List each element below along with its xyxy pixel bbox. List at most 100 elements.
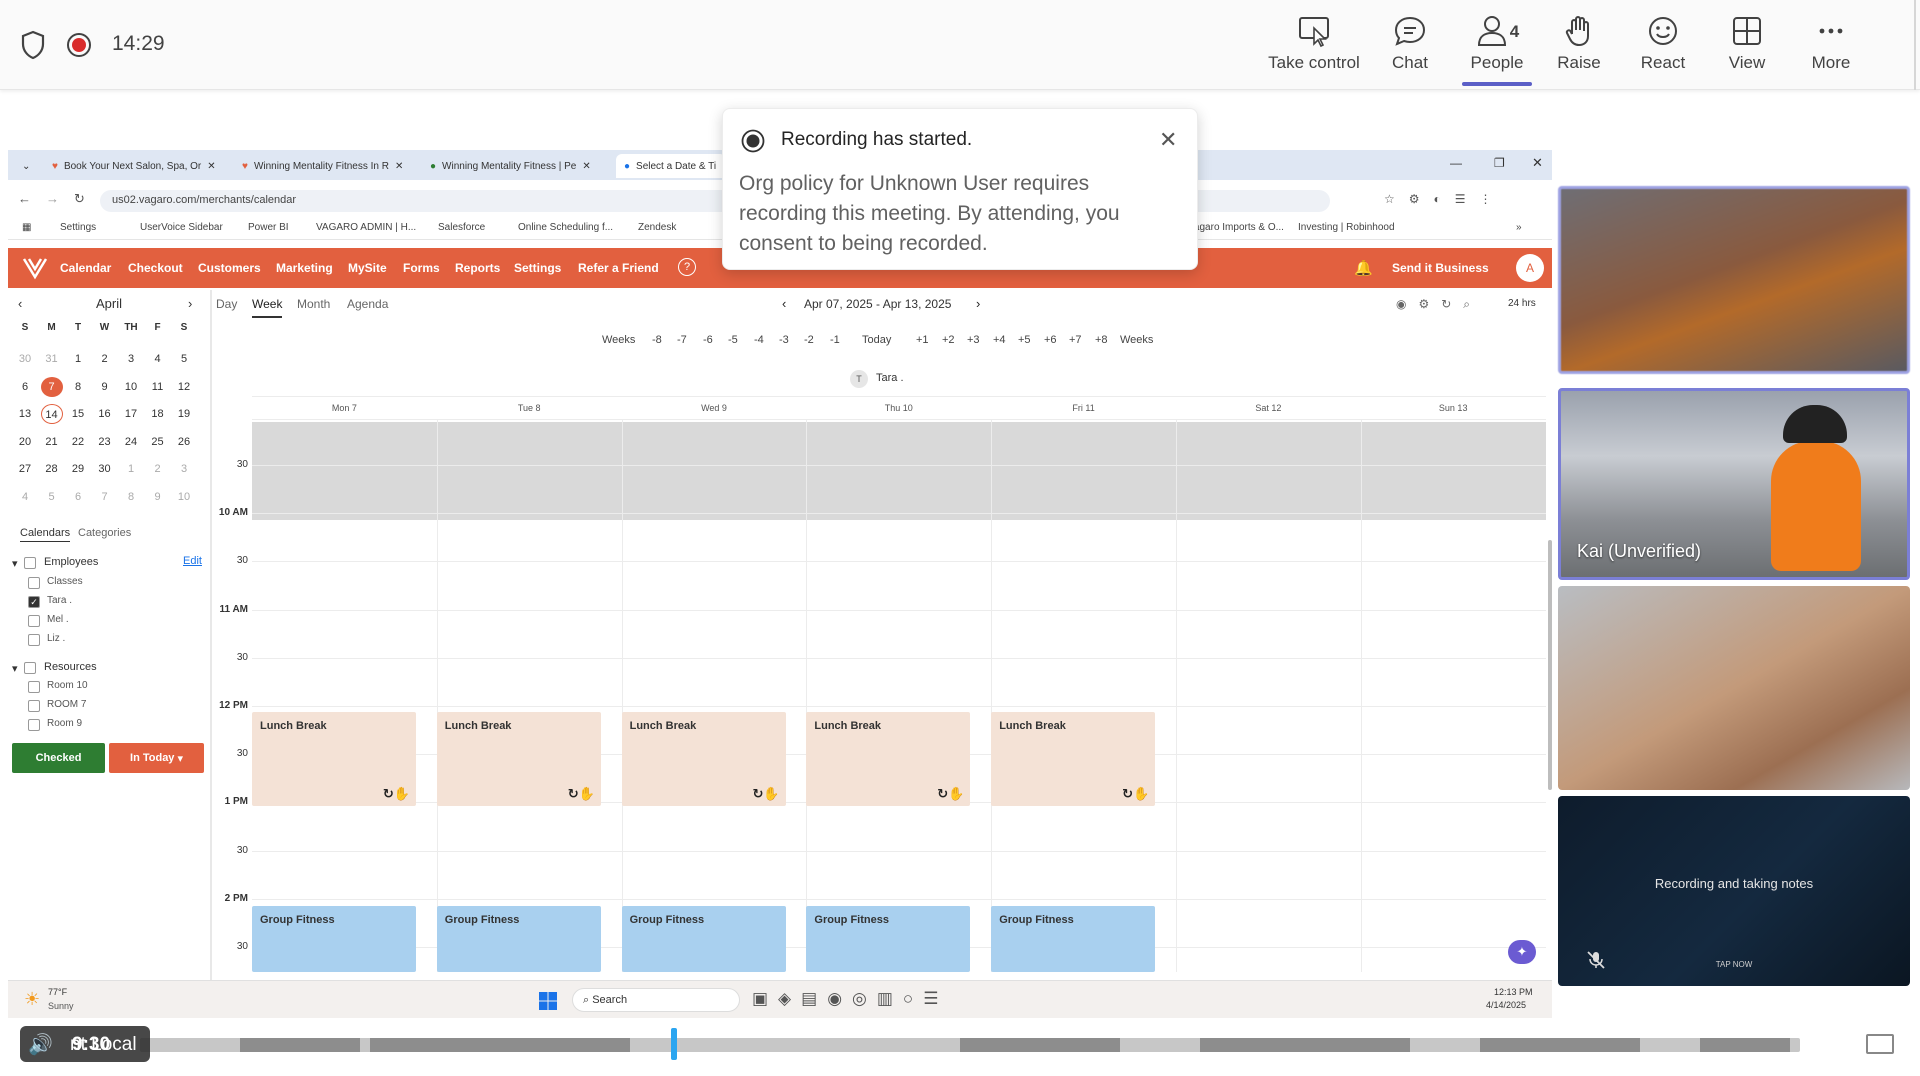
mini-day[interactable]: 6 (67, 487, 89, 507)
employee-chip[interactable]: Tara . (876, 372, 904, 384)
calendar-tool-icons[interactable]: ◉⚙↻⌕ (1396, 297, 1482, 312)
mini-day[interactable]: 9 (147, 487, 169, 507)
mini-day[interactable]: 18 (147, 404, 169, 424)
raise-hand-button[interactable]: Raise (1544, 14, 1614, 80)
mini-day[interactable]: 7 (94, 487, 116, 507)
hours-toggle[interactable]: 24 hrs (1508, 298, 1536, 309)
view-tab-week[interactable]: Week (252, 297, 282, 311)
mini-day[interactable]: 23 (94, 432, 116, 452)
browser-tab-active[interactable]: ● Select a Date & Ti (616, 154, 726, 178)
group-fitness-event[interactable]: Group Fitness (991, 906, 1156, 972)
people-button[interactable]: 4 People (1457, 14, 1537, 80)
mini-day[interactable]: 1 (120, 459, 142, 479)
fullscreen-icon[interactable] (1866, 1034, 1894, 1054)
view-tab-month[interactable]: Month (297, 297, 330, 311)
week-jump-item[interactable]: +7 (1069, 334, 1082, 346)
player-scrubber[interactable] (671, 1028, 678, 1060)
mini-day[interactable]: 14 (40, 404, 63, 424)
mini-day[interactable]: 15 (67, 404, 89, 424)
employee-checkbox[interactable] (28, 615, 40, 627)
close-icon[interactable]: ✕ (395, 161, 403, 172)
week-jump-item[interactable]: -5 (728, 334, 738, 346)
notetaker-tile[interactable]: Recording and taking notes TAP NOW (1558, 796, 1910, 986)
mini-day[interactable]: 1 (67, 349, 89, 369)
mini-day[interactable]: 8 (67, 377, 89, 397)
windows-start-icon[interactable] (538, 991, 558, 1011)
mini-day[interactable]: 17 (120, 404, 142, 424)
mini-next-icon[interactable]: › (188, 296, 192, 311)
bookmark-item[interactable]: Vagaro Imports & O... (1188, 222, 1284, 233)
week-jump-item[interactable]: Today (862, 334, 891, 346)
mini-day[interactable]: 6 (14, 377, 36, 397)
nav-customers[interactable]: Customers (198, 261, 261, 275)
resource-checkbox[interactable] (28, 681, 40, 693)
bookmark-item[interactable]: VAGARO ADMIN | H... (316, 222, 416, 233)
close-icon[interactable]: ✕ (207, 161, 215, 172)
bookmark-item[interactable]: Settings (60, 222, 96, 233)
mini-day[interactable]: 25 (147, 432, 169, 452)
week-jump-item[interactable]: Weeks (602, 334, 635, 346)
employee-checkbox[interactable] (28, 634, 40, 646)
resource-checkbox[interactable] (28, 700, 40, 712)
side-tab-categories[interactable]: Categories (78, 527, 131, 539)
mini-day[interactable]: 26 (173, 432, 195, 452)
checked-button[interactable]: Checked (12, 743, 105, 773)
browser-extension-icons[interactable]: ☆⚙◐☰⋮ (1384, 192, 1506, 206)
bookmark-item[interactable]: Investing | Robinhood (1298, 222, 1395, 233)
group-fitness-event[interactable]: Group Fitness (806, 906, 971, 972)
mini-day[interactable]: 27 (14, 459, 36, 479)
employee-checkbox[interactable] (28, 577, 40, 589)
maximize-icon[interactable]: ❐ (1494, 156, 1505, 170)
mini-day[interactable]: 30 (94, 459, 116, 479)
week-jump-item[interactable]: -1 (830, 334, 840, 346)
participant-tile-kai[interactable]: Kai (Unverified) (1558, 388, 1910, 580)
chat-button[interactable]: Chat (1375, 14, 1445, 80)
taskbar-search[interactable]: ⌕ Search (572, 988, 740, 1012)
forward-icon[interactable]: → (46, 191, 59, 206)
mini-day[interactable]: 10 (120, 377, 142, 397)
tab-list-button[interactable]: ⌄ (14, 154, 38, 178)
mini-day[interactable]: 20 (14, 432, 36, 452)
react-button[interactable]: React (1628, 14, 1698, 80)
mini-day[interactable]: 11 (147, 377, 169, 397)
lunch-break-event[interactable]: Lunch Break ↻✋ (252, 712, 416, 806)
week-jump-item[interactable]: +5 (1018, 334, 1031, 346)
browser-tab[interactable]: ♥ Book Your Next Salon, Spa, Or ✕ (44, 154, 230, 178)
week-jump-item[interactable]: +1 (916, 334, 929, 346)
mini-day[interactable]: 24 (120, 432, 142, 452)
apps-icon[interactable]: ▦ (22, 222, 31, 233)
mini-day[interactable]: 4 (147, 349, 169, 369)
nav-marketing[interactable]: Marketing (276, 261, 333, 275)
participant-tile-blurred[interactable] (1558, 186, 1910, 374)
mini-day[interactable]: 22 (67, 432, 89, 452)
nav-refer-friend[interactable]: Refer a Friend (578, 261, 659, 275)
notification-bell-icon[interactable]: 🔔 (1354, 259, 1373, 277)
lunch-break-event[interactable]: Lunch Break ↻✋ (621, 712, 786, 806)
week-jump-item[interactable]: +3 (967, 334, 980, 346)
expand-caret-icon[interactable]: ▾ (12, 557, 18, 570)
employees-checkbox[interactable] (24, 557, 36, 569)
week-jump-item[interactable]: +8 (1095, 334, 1108, 346)
mini-day[interactable]: 7 (40, 376, 63, 397)
mini-day[interactable]: 16 (94, 404, 116, 424)
mini-day[interactable]: 10 (173, 487, 195, 507)
bookmarks-overflow-icon[interactable]: » (1516, 222, 1522, 233)
taskbar-app-icons[interactable]: ▣◈▤◉◎▥○☰ (752, 989, 948, 1009)
bookmark-item[interactable]: Power BI (248, 222, 289, 233)
more-button[interactable]: More (1796, 14, 1866, 80)
send-business-link[interactable]: Send it Business (1392, 261, 1489, 275)
week-jump-item[interactable]: -4 (754, 334, 764, 346)
group-fitness-event[interactable]: Group Fitness (436, 906, 601, 972)
volume-icon[interactable]: 🔊 (28, 1032, 53, 1057)
in-today-button[interactable]: In Today ▾ (109, 743, 204, 773)
player-progress-track[interactable] (140, 1038, 1800, 1052)
user-avatar[interactable]: A (1516, 254, 1544, 282)
mini-day[interactable]: 4 (14, 487, 36, 507)
mini-day[interactable]: 5 (173, 349, 195, 369)
mini-day[interactable]: 3 (173, 459, 195, 479)
close-icon[interactable]: ✕ (1159, 127, 1177, 153)
nav-calendar[interactable]: Calendar (60, 261, 111, 275)
week-jump-item[interactable]: -7 (677, 334, 687, 346)
week-jump-item[interactable]: +6 (1044, 334, 1057, 346)
prev-week-icon[interactable]: ‹ (782, 296, 786, 311)
